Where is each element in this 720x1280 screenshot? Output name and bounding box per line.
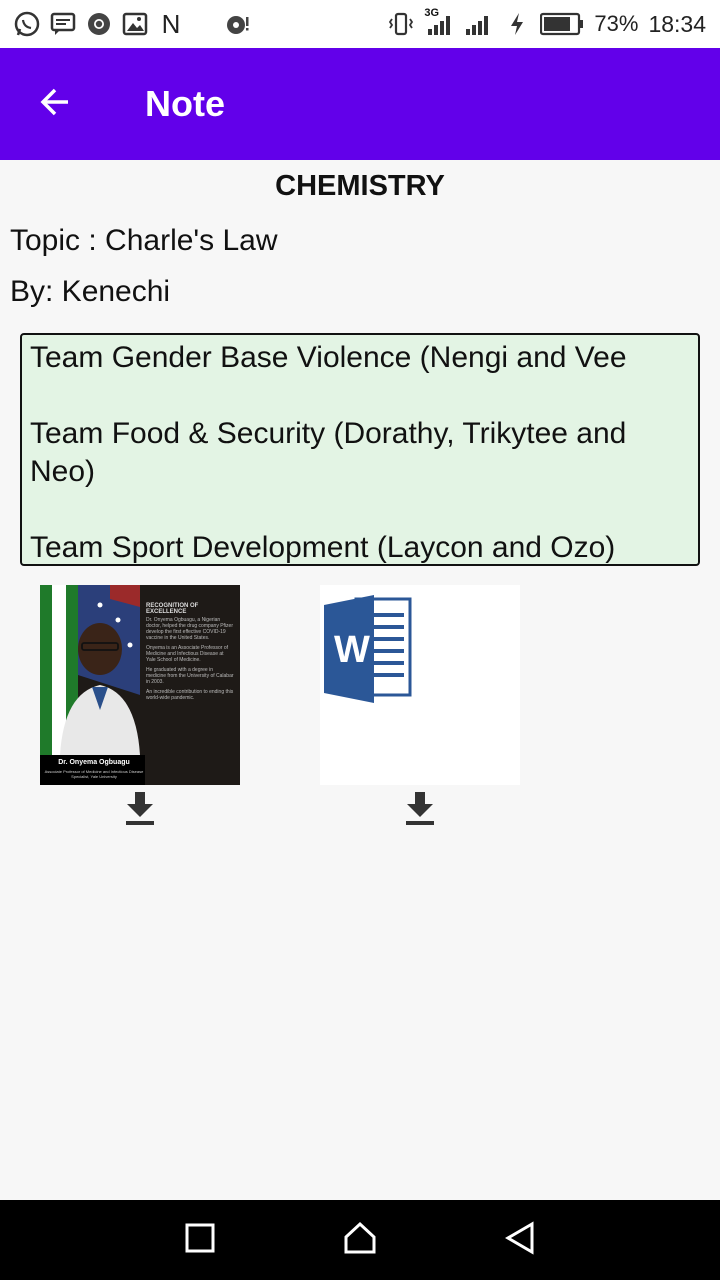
attachment-thumbnail[interactable]: W: [320, 585, 520, 785]
download-button[interactable]: [405, 790, 435, 826]
note-content: CHEMISTRY Topic : Charle's Law By: Kenec…: [0, 160, 720, 1200]
download-icon: [125, 792, 155, 830]
clock: 18:34: [648, 10, 706, 37]
square-icon: [184, 1222, 216, 1259]
photo-caption-name: Dr. Onyema Ogbuagu: [58, 759, 130, 766]
recognition-paragraph: Onyema is an Associate Professor of Medi…: [146, 645, 228, 663]
system-back-button[interactable]: [498, 1218, 542, 1262]
whatsapp-icon: [14, 11, 40, 37]
download-button[interactable]: [125, 790, 155, 826]
recognition-heading: RECOGNITION OF EXCELLENCE: [146, 603, 199, 615]
app-bar: Note: [0, 48, 720, 160]
attachment-document[interactable]: W: [320, 585, 520, 825]
status-bar: N 3G 73% 18:34: [0, 0, 720, 48]
status-right-icons: 3G 73% 18:34: [388, 7, 706, 38]
author-label: By: Kenechi: [10, 275, 171, 308]
arrow-left-icon: [38, 84, 74, 125]
battery-percent: 73%: [594, 11, 639, 36]
recognition-paragraph: An incredible contribution to ending thi…: [146, 689, 234, 701]
download-icon: [405, 792, 435, 830]
signal-icon: 3G: [424, 7, 454, 37]
back-button[interactable]: [0, 48, 112, 160]
note-line: [30, 377, 690, 415]
note-body-box[interactable]: Team Gender Base Violence (Nengi and Vee…: [20, 333, 700, 566]
home-button[interactable]: [338, 1218, 382, 1262]
chrome-icon: [86, 11, 112, 37]
recognition-paragraph: Dr. Onyema Ogbuagu, a Nigerian doctor, h…: [146, 617, 233, 641]
attachment-image[interactable]: RECOGNITION OF EXCELLENCE Dr. Onyema Ogb…: [40, 585, 240, 825]
recognition-text: Dr. Onyema Ogbuagu, a Nigerian doctor, h…: [146, 617, 234, 701]
message-icon: [50, 11, 76, 37]
network-type-label: 3G: [424, 7, 440, 19]
vibrate-icon: [388, 11, 414, 37]
word-icon-letter: W: [334, 629, 370, 671]
topic-label: Topic : Charle's Law: [10, 224, 278, 257]
note-line: Team Food & Security (Dorathy, Trikytee …: [30, 417, 635, 488]
system-nav-bar: [0, 1200, 720, 1280]
attachment-thumbnail[interactable]: RECOGNITION OF EXCELLENCE Dr. Onyema Ogb…: [40, 585, 240, 785]
charging-icon: [504, 11, 530, 37]
subject-heading: CHEMISTRY: [275, 170, 445, 202]
media-icon: [224, 11, 250, 37]
note-line: [30, 491, 690, 529]
triangle-back-icon: [503, 1220, 537, 1260]
recognition-paragraph: He graduated with a degree in medicine f…: [146, 667, 234, 685]
recent-apps-button[interactable]: [178, 1218, 222, 1262]
page-title: Note: [145, 83, 225, 124]
home-icon: [343, 1221, 377, 1260]
image-icon: [122, 11, 148, 37]
signal-icon: [464, 11, 494, 37]
status-left-icons: N: [14, 8, 250, 39]
note-line: Team Sport Development (Laycon and Ozo): [30, 531, 616, 564]
n-icon: N: [161, 8, 181, 39]
note-line: Team Gender Base Violence (Nengi and Vee: [30, 341, 627, 374]
photo-caption-sub: Associate Professor of Medicine and Infe…: [44, 769, 144, 779]
battery-icon: [540, 11, 584, 37]
